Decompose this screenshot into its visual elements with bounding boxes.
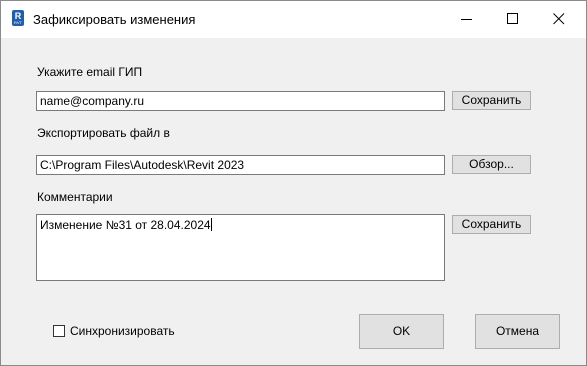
- minimize-icon: [461, 19, 472, 20]
- ok-button[interactable]: OK: [359, 314, 444, 349]
- text-cursor: [210, 218, 212, 231]
- email-field[interactable]: name@company.ru: [36, 91, 445, 111]
- close-button[interactable]: [537, 1, 583, 38]
- sync-checkbox[interactable]: [53, 325, 65, 337]
- dialog-window: R RVT Зафиксировать изменения Укажите em…: [0, 0, 587, 366]
- comments-textarea[interactable]: Изменение №31 от 28.04.2024: [36, 214, 445, 281]
- cancel-button[interactable]: Отмена: [475, 314, 560, 349]
- app-icon-subtext: RVT: [14, 20, 22, 25]
- minimize-button[interactable]: [445, 1, 491, 38]
- revit-app-icon: R RVT: [12, 10, 24, 26]
- export-path-field[interactable]: C:\Program Files\Autodesk\Revit 2023: [36, 155, 445, 175]
- comments-label: Комментарии: [37, 190, 113, 204]
- save-email-button[interactable]: Сохранить: [452, 91, 531, 110]
- maximize-icon: [507, 13, 518, 24]
- maximize-button[interactable]: [491, 1, 537, 38]
- comments-text: Изменение №31 от 28.04.2024: [40, 218, 211, 232]
- title-bar: R RVT Зафиксировать изменения: [1, 1, 586, 38]
- save-comment-button[interactable]: Сохранить: [452, 215, 531, 234]
- export-label: Экспортировать файл в: [37, 126, 170, 140]
- sync-label[interactable]: Синхронизировать: [70, 324, 175, 338]
- close-icon: [553, 13, 565, 25]
- email-label: Укажите email ГИП: [37, 65, 143, 79]
- browse-button[interactable]: Обзор...: [452, 155, 531, 174]
- window-title: Зафиксировать изменения: [33, 12, 196, 27]
